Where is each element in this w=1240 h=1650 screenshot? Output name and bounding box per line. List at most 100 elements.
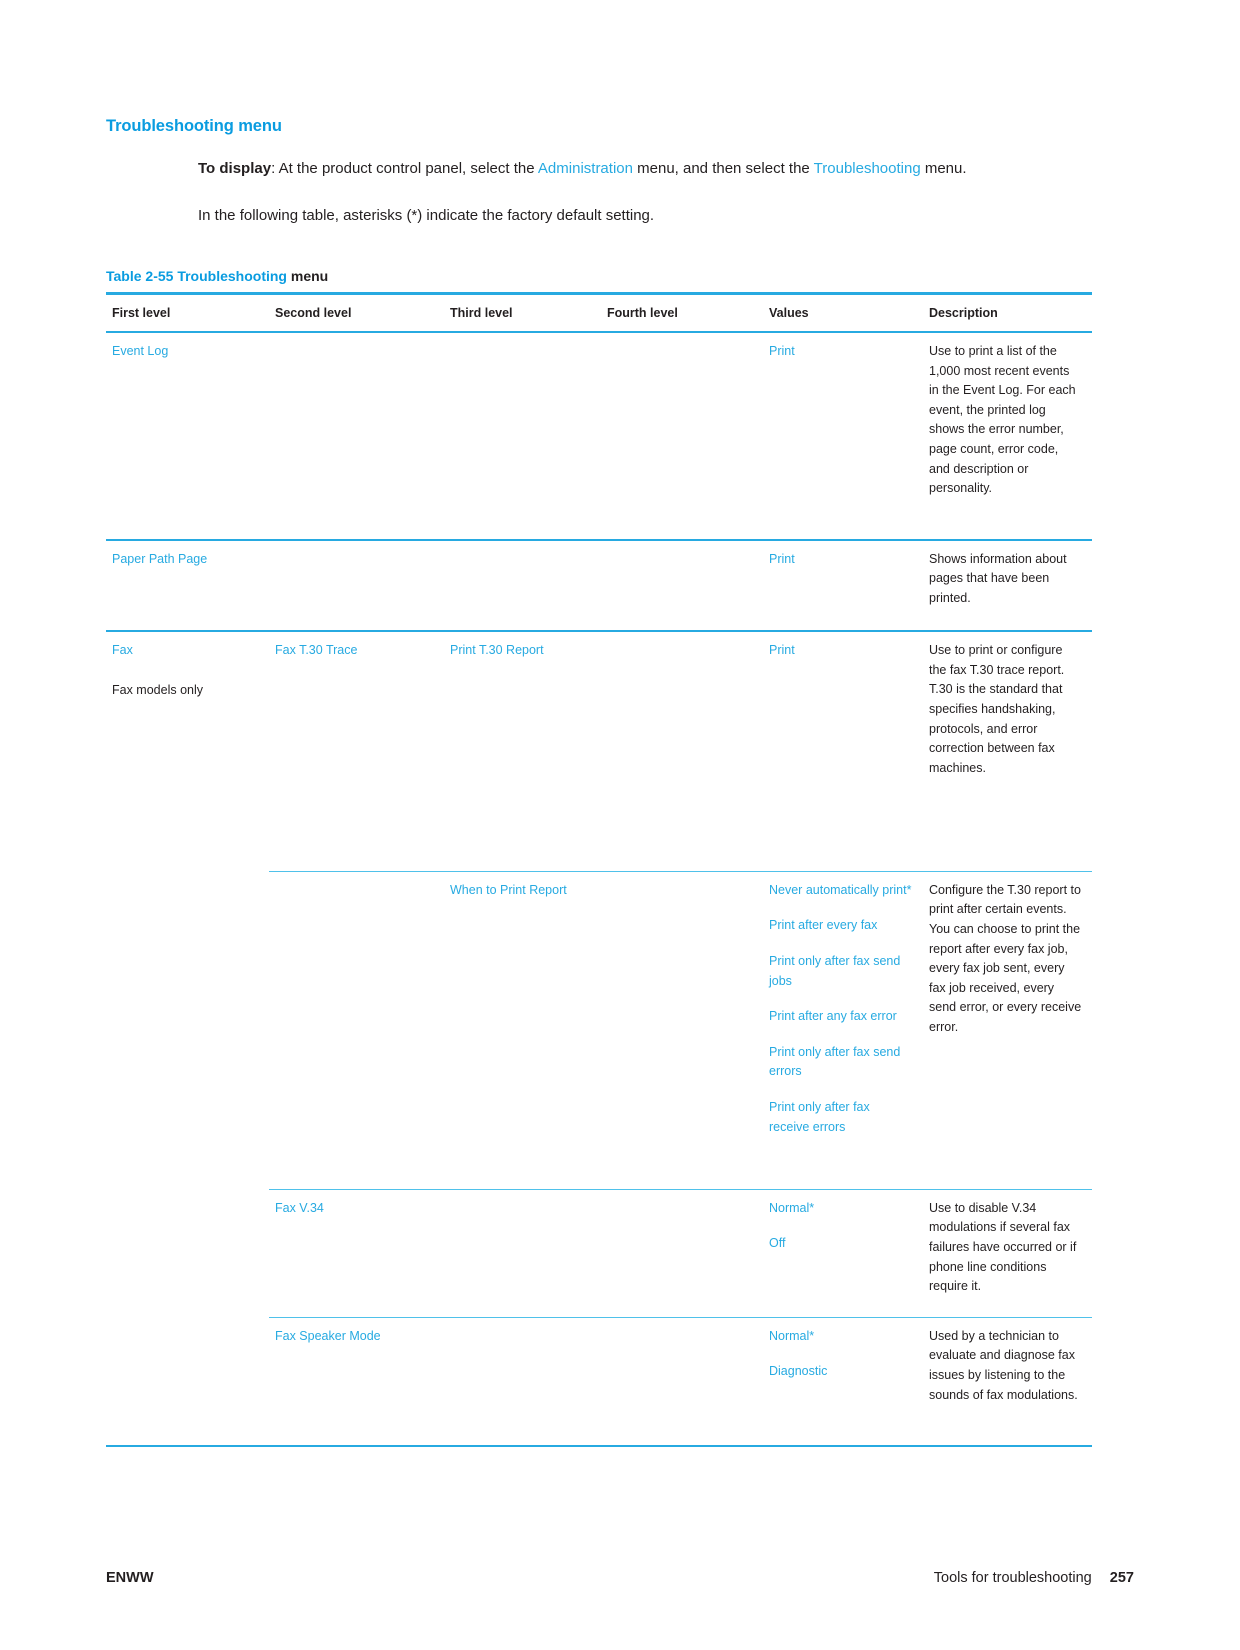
- to-display-text-b: menu, and then select the: [632, 160, 814, 177]
- row-spacer: [112, 880, 259, 1180]
- cell-third-level: When to Print Report: [444, 870, 601, 1190]
- cell-first-level: [106, 1317, 269, 1448]
- table-row: Fax V.34 Normal* Off Use to disable V.34…: [106, 1188, 1092, 1318]
- cell-third-level: [444, 1316, 601, 1448]
- paragraph-asterisk-note: In the following table, asterisks (*) in…: [198, 207, 655, 224]
- row-spacer: [112, 569, 259, 621]
- intro-text-block: To display: At the product control panel…: [198, 156, 998, 250]
- cell-values: Print: [763, 538, 923, 632]
- cell-values: Never automatically print* Print after e…: [763, 870, 923, 1190]
- table-row: Fax Speaker Mode Normal* Diagnostic Used…: [106, 1316, 1092, 1448]
- table-header-row: First level Second level Third level Fou…: [106, 292, 1092, 332]
- troubleshooting-menu-table: First level Second level Third level Fou…: [106, 292, 1092, 1448]
- value-option[interactable]: Print only after fax send jobs: [769, 952, 913, 991]
- cell-values: Normal* Off: [763, 1188, 923, 1318]
- footer-left-enww: ENWW: [106, 1570, 154, 1586]
- value-option[interactable]: Print: [769, 641, 913, 661]
- troubleshooting-menu-table-wrapper: First level Second level Third level Fou…: [106, 292, 1092, 1448]
- paragraph-to-display: To display: At the product control panel…: [198, 156, 998, 181]
- value-option[interactable]: Print after every fax: [769, 916, 913, 936]
- cell-second-level: Fax V.34: [269, 1188, 444, 1318]
- cell-values: Normal* Diagnostic: [763, 1316, 923, 1448]
- table-caption-suffix: menu: [286, 268, 329, 284]
- cell-fourth-level: [601, 1316, 763, 1448]
- menu-item-print-t30-report[interactable]: Print T.30 Report: [450, 643, 544, 657]
- value-option-text: Normal: [769, 1328, 810, 1343]
- footer-section-label: Tools for troubleshooting: [933, 1570, 1092, 1586]
- column-header-third-level: Third level: [444, 292, 601, 332]
- default-setting-asterisk: *: [809, 1328, 815, 1343]
- cell-second-level: [269, 538, 444, 632]
- value-option[interactable]: Print: [769, 550, 913, 570]
- menu-item-paper-path-page[interactable]: Paper Path Page: [112, 552, 207, 566]
- value-option-default[interactable]: Never automatically print*: [769, 881, 913, 901]
- table-row: Event Log Print Use to print a list of t…: [106, 331, 1092, 540]
- table-head: First level Second level Third level Fou…: [106, 292, 1092, 332]
- page-footer: ENWW Tools for troubleshooting 257: [106, 1570, 1134, 1586]
- to-display-text-c: menu.: [920, 160, 967, 177]
- column-header-fourth-level: Fourth level: [601, 292, 763, 332]
- menu-item-fax-v34[interactable]: Fax V.34: [275, 1201, 324, 1215]
- value-option[interactable]: Print only after fax receive errors: [769, 1098, 913, 1137]
- column-header-description: Description: [923, 292, 1092, 332]
- cell-first-level: [106, 871, 269, 1189]
- cell-second-level: [269, 331, 444, 540]
- cell-first-level: Fax Fax models only: [106, 630, 269, 872]
- value-option[interactable]: Off: [769, 1234, 913, 1254]
- row-spacer: [112, 1198, 259, 1308]
- link-troubleshooting[interactable]: Troubleshooting: [814, 160, 921, 177]
- table-row: When to Print Report Never automatically…: [106, 870, 1092, 1190]
- value-option[interactable]: Print only after fax send errors: [769, 1043, 913, 1082]
- cell-fourth-level: [601, 1188, 763, 1318]
- table-caption: Table 2-55 Troubleshooting menu: [106, 268, 328, 284]
- value-option-default[interactable]: Normal*: [769, 1327, 913, 1347]
- row-spacer: [112, 362, 259, 530]
- column-header-first-level: First level: [106, 292, 269, 332]
- cell-values: Print: [763, 331, 923, 540]
- default-setting-asterisk: *: [809, 1200, 815, 1215]
- cell-description: Used by a technician to evaluate and dia…: [923, 1316, 1092, 1448]
- cell-third-level: [444, 331, 601, 540]
- cell-second-level: [269, 870, 444, 1190]
- cell-description: Shows information about pages that have …: [923, 538, 1092, 632]
- link-administration[interactable]: Administration: [538, 160, 633, 177]
- menu-item-event-log[interactable]: Event Log: [112, 344, 168, 358]
- cell-first-level: [106, 1189, 269, 1317]
- table-caption-number: Table 2-55 Troubleshooting: [106, 268, 287, 284]
- footer-page-number: 257: [1109, 1570, 1134, 1586]
- menu-item-fax-t30-trace[interactable]: Fax T.30 Trace: [275, 643, 357, 657]
- cell-description: Configure the T.30 report to print after…: [923, 870, 1092, 1190]
- footer-right: Tools for troubleshooting 257: [934, 1570, 1134, 1586]
- value-option-text: Never automatically print: [769, 882, 907, 897]
- value-option-default[interactable]: Normal*: [769, 1199, 913, 1219]
- cell-fourth-level: [601, 630, 763, 872]
- cell-fourth-level: [601, 538, 763, 632]
- cell-second-level: Fax Speaker Mode: [269, 1316, 444, 1448]
- table-row: Fax Fax models only Fax T.30 Trace Print…: [106, 630, 1092, 872]
- value-option[interactable]: Print: [769, 342, 913, 362]
- cell-first-level: Paper Path Page: [106, 538, 269, 632]
- cell-second-level: Fax T.30 Trace: [269, 630, 444, 872]
- table-row: Paper Path Page Print Shows information …: [106, 538, 1092, 632]
- value-option[interactable]: Print after any fax error: [769, 1007, 913, 1027]
- row-spacer: [112, 700, 259, 862]
- cell-third-level: [444, 1188, 601, 1318]
- cell-fourth-level: [601, 870, 763, 1190]
- cell-first-level: Event Log: [106, 331, 269, 540]
- menu-item-fax[interactable]: Fax: [112, 643, 133, 657]
- column-header-values: Values: [763, 292, 923, 332]
- default-setting-asterisk: *: [906, 882, 912, 897]
- menu-item-when-to-print-report[interactable]: When to Print Report: [450, 883, 567, 897]
- value-option-text: Normal: [769, 1200, 810, 1215]
- document-page: Troubleshooting menu To display: At the …: [0, 0, 1240, 1650]
- to-display-label: To display: [198, 160, 272, 177]
- fax-models-only-note: Fax models only: [112, 682, 204, 697]
- table-body: Event Log Print Use to print a list of t…: [106, 331, 1092, 1448]
- value-option[interactable]: Diagnostic: [769, 1362, 913, 1382]
- cell-fourth-level: [601, 331, 763, 540]
- cell-description: Use to print or configure the fax T.30 t…: [923, 630, 1092, 872]
- page-title: Troubleshooting menu: [106, 117, 282, 135]
- row-spacer: [112, 1326, 259, 1436]
- to-display-text-a: : At the product control panel, select t…: [271, 160, 538, 177]
- menu-item-fax-speaker-mode[interactable]: Fax Speaker Mode: [275, 1329, 381, 1343]
